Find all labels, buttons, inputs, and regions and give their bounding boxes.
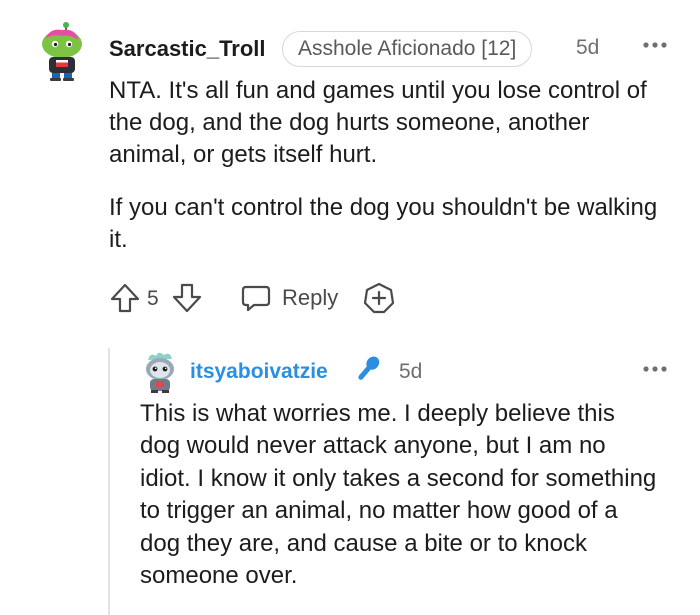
thread-line[interactable] — [108, 348, 110, 615]
comment-timestamp: 5d — [576, 36, 600, 59]
microphone-icon — [350, 353, 384, 387]
reply-username[interactable]: itsyaboivatzie — [190, 360, 328, 384]
more-horizontal-icon[interactable] — [640, 352, 670, 386]
avatar[interactable] — [36, 22, 88, 82]
reply-button[interactable]: Reply — [240, 280, 338, 316]
arrow-down-icon[interactable] — [171, 282, 203, 314]
arrow-up-icon[interactable] — [109, 282, 141, 314]
award-plus-icon[interactable] — [362, 281, 396, 315]
comment-username[interactable]: Sarcastic_Troll — [109, 36, 266, 62]
user-flair: Asshole Aficionado [12] — [282, 31, 533, 67]
vote-score: 5 — [147, 287, 159, 310]
chat-bubble-icon — [240, 282, 272, 314]
comment-paragraph: If you can't control the dog you shouldn… — [109, 194, 658, 253]
reply-text: This is what worries me. I deeply believ… — [140, 400, 657, 590]
more-horizontal-icon[interactable] — [640, 28, 670, 62]
reply-label: Reply — [282, 285, 339, 310]
avatar[interactable] — [140, 350, 180, 394]
comment-paragraph: NTA. It's all fun and games until you lo… — [109, 77, 647, 168]
reply-timestamp: 5d — [399, 360, 423, 383]
